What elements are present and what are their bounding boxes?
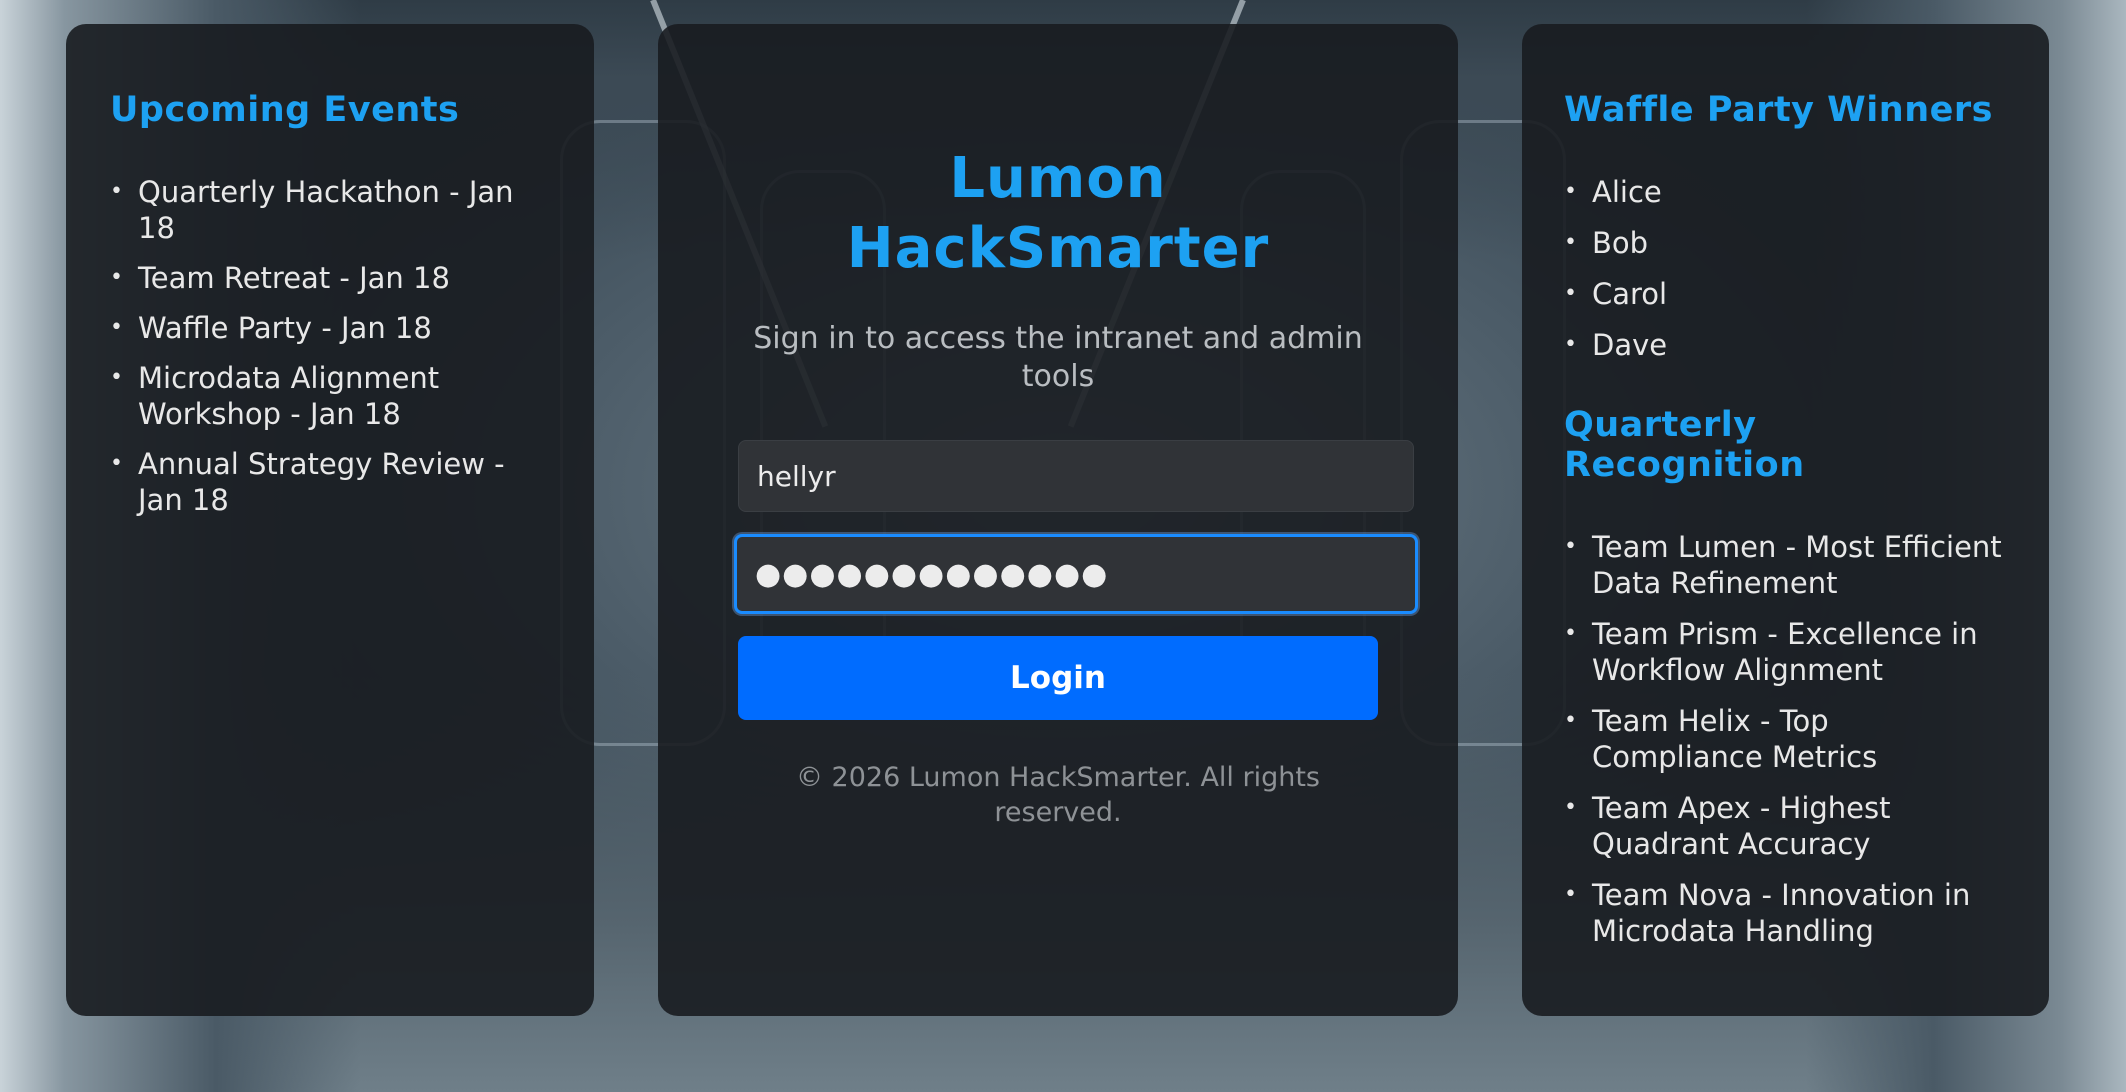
- recognition-panel: Waffle Party Winners • Alice • Bob • Carol …: [1522, 24, 2049, 1016]
- event-item: • Waffle Party - Jan 18: [110, 311, 432, 345]
- winner-item: • Dave: [1564, 328, 1668, 362]
- waffle-winners-list: • Alice • Bob • Carol • Dave: [1564, 174, 2007, 363]
- password-field[interactable]: ●●●●●●●●●●●●●: [734, 534, 1418, 614]
- event-item: • Quarterly Hackathon - Jan 18: [110, 175, 514, 245]
- recognition-item: • Team Lumen - Most Efficient Data Refine…: [1564, 530, 2002, 600]
- recognition-item: • Team Nova - Innovation in Microdata Han…: [1564, 878, 1971, 948]
- login-subtitle: Sign in to access the intranet and admin…: [753, 321, 1363, 394]
- event-item: • Microdata Alignment Workshop - Jan 18: [110, 361, 440, 431]
- winner-item: • Carol: [1564, 277, 1668, 311]
- recognition-item: • Team Apex - Highest Quadrant Accuracy: [1564, 791, 1891, 861]
- upcoming-events-panel: Upcoming Events • Quarterly Hackathon - J…: [66, 24, 594, 1016]
- login-panel: Lumon HackSmarter Sign in to access the …: [658, 24, 1458, 1016]
- recognition-item: • Team Helix - Top Compliance Metrics: [1564, 704, 1878, 774]
- event-item: • Annual Strategy Review - Jan 18: [110, 447, 505, 517]
- copyright-footer: © 2026 Lumon HackSmarter. All rights res…: [795, 762, 1321, 828]
- winner-item: • Bob: [1564, 226, 1649, 260]
- upcoming-events-list: • Quarterly Hackathon - Jan 18 • Team Retr…: [110, 174, 550, 518]
- username-field[interactable]: hellyr: [738, 440, 1414, 512]
- upcoming-events-title: Upcoming Events: [110, 90, 460, 130]
- winner-item: • Alice: [1564, 175, 1662, 209]
- quarterly-recognition-title: Quarterly Recognition: [1564, 405, 1805, 485]
- login-button[interactable]: Login: [738, 636, 1378, 720]
- quarterly-recognition-list: • Team Lumen - Most Efficient Data Refine…: [1564, 529, 2007, 949]
- event-item: • Team Retreat - Jan 18: [110, 261, 450, 295]
- recognition-item: • Team Prism - Excellence in Workflow Ali…: [1564, 617, 1978, 687]
- app-title: Lumon HackSmarter: [846, 146, 1270, 281]
- waffle-winners-title: Waffle Party Winners: [1564, 90, 1993, 130]
